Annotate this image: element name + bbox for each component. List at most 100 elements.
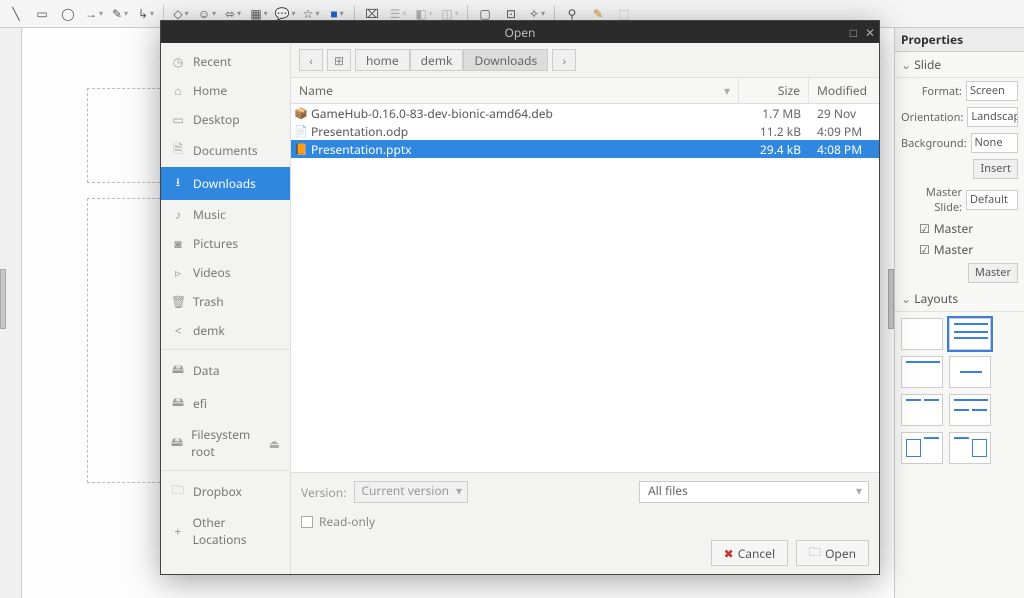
- place-label: Downloads: [193, 175, 256, 192]
- file-list-header[interactable]: Name▾ Size Modified: [291, 77, 879, 104]
- file-modified: 4:08 PM: [809, 141, 879, 158]
- place-other-locations[interactable]: + Other Locations: [161, 508, 290, 554]
- format-label: Format:: [901, 84, 962, 99]
- dialog-titlebar[interactable]: Open □ ✕: [161, 21, 879, 43]
- tool-connector-icon[interactable]: ↳: [134, 3, 158, 25]
- tool-arrow-icon[interactable]: →: [82, 3, 106, 25]
- place-icon: +: [171, 523, 185, 540]
- place-label: Recent: [193, 53, 232, 70]
- eject-icon[interactable]: ⏏: [269, 435, 280, 452]
- properties-panel: Properties Slide Format: Screen Orientat…: [894, 28, 1024, 598]
- orientation-dropdown[interactable]: Landscape: [967, 107, 1018, 127]
- open-file-dialog: Open □ ✕ ◷Recent⌂Home▭Desktop 🗎 Documents ⭳…: [160, 20, 880, 575]
- path-bar: ‹ ⊞ homedemkDownloads ›: [291, 43, 879, 77]
- tool-rect-icon[interactable]: ▭: [30, 3, 54, 25]
- place-icon: 🖴: [171, 360, 185, 381]
- layouts-grid: [895, 312, 1024, 470]
- column-modified[interactable]: Modified: [809, 78, 879, 103]
- maximize-icon[interactable]: □: [850, 24, 857, 41]
- nav-forward-button[interactable]: ›: [552, 49, 576, 71]
- column-name[interactable]: Name: [299, 82, 333, 99]
- filetype-filter-dropdown[interactable]: All files: [639, 481, 869, 503]
- master-label: Master Slide:: [901, 185, 962, 215]
- layout-4[interactable]: [949, 356, 991, 388]
- place-desktop[interactable]: ▭Desktop: [161, 105, 290, 134]
- place-label: Filesystem root: [191, 426, 261, 460]
- place-music[interactable]: ♪Music: [161, 200, 290, 229]
- panel-handle-left[interactable]: [0, 269, 6, 329]
- layout-title-content[interactable]: [949, 318, 991, 350]
- file-name: Presentation.odp: [311, 123, 739, 140]
- place-pictures[interactable]: ◙Pictures: [161, 229, 290, 258]
- orientation-label: Orientation:: [901, 110, 963, 125]
- nav-back-button[interactable]: ‹: [299, 49, 323, 71]
- file-name: GameHub-0.16.0-83-dev-bionic-amd64.deb: [311, 105, 739, 122]
- insert-image-button[interactable]: Insert: [973, 159, 1018, 179]
- place-label: Other Locations: [193, 514, 280, 548]
- layouts-section-header[interactable]: Layouts: [895, 286, 1024, 312]
- place-icon: ⭳: [171, 173, 185, 194]
- column-size[interactable]: Size: [739, 78, 809, 103]
- file-list[interactable]: 📦GameHub-0.16.0-83-dev-bionic-amd64.deb1…: [291, 104, 879, 472]
- place-dropbox[interactable]: 🗀 Dropbox: [161, 475, 290, 508]
- cancel-button[interactable]: ✖Cancel: [711, 540, 788, 566]
- breadcrumb-Downloads[interactable]: Downloads: [463, 49, 548, 71]
- place-recent[interactable]: ◷Recent: [161, 47, 290, 76]
- close-icon[interactable]: ✕: [865, 24, 875, 41]
- open-button[interactable]: 🗀Open: [796, 540, 869, 566]
- layout-8[interactable]: [949, 432, 991, 464]
- background-label: Background:: [901, 136, 967, 151]
- open-icon: 🗀: [809, 543, 821, 564]
- nav-location-button[interactable]: ⊞: [327, 49, 351, 71]
- master-bg-checkbox[interactable]: ☑Master: [895, 218, 1024, 239]
- place-efi[interactable]: 🖴efi: [161, 387, 290, 420]
- background-dropdown[interactable]: None: [971, 133, 1018, 153]
- place-label: Data: [193, 362, 220, 379]
- file-row[interactable]: 📄Presentation.odp11.2 kB4:09 PM: [291, 122, 879, 140]
- place-label: Videos: [193, 264, 230, 281]
- place-demk[interactable]: <demk: [161, 316, 290, 345]
- place-videos[interactable]: ▹Videos: [161, 258, 290, 287]
- readonly-checkbox[interactable]: Read-only: [301, 513, 869, 530]
- place-label: Trash: [193, 293, 224, 310]
- tool-ellipse-icon[interactable]: ◯: [56, 3, 80, 25]
- place-icon: 🖴: [171, 393, 185, 414]
- place-label: Documents: [193, 142, 258, 159]
- format-dropdown[interactable]: Screen: [966, 81, 1018, 101]
- place-trash[interactable]: 🗑 Trash: [161, 287, 290, 316]
- file-name: Presentation.pptx: [311, 141, 739, 158]
- layout-7[interactable]: [901, 432, 943, 464]
- place-icon: <: [171, 322, 185, 339]
- breadcrumb-home[interactable]: home: [355, 49, 410, 71]
- tool-curve-icon[interactable]: ✎: [108, 3, 132, 25]
- place-icon: ♪: [171, 206, 185, 223]
- version-dropdown[interactable]: Current version: [354, 481, 468, 503]
- master-slide-button[interactable]: Master: [968, 263, 1018, 283]
- layout-3[interactable]: [901, 356, 943, 388]
- place-documents[interactable]: 🗎 Documents: [161, 134, 290, 167]
- file-row[interactable]: 📙Presentation.pptx29.4 kB4:08 PM: [291, 140, 879, 158]
- place-label: Pictures: [193, 235, 238, 252]
- place-data[interactable]: 🖴 Data: [161, 354, 290, 387]
- tool-line-icon[interactable]: ╲: [4, 3, 28, 25]
- master-dropdown[interactable]: Default: [966, 190, 1018, 210]
- layout-5[interactable]: [901, 394, 943, 426]
- slide-section-header[interactable]: Slide: [895, 52, 1024, 78]
- breadcrumb-demk[interactable]: demk: [410, 49, 464, 71]
- file-row[interactable]: 📦GameHub-0.16.0-83-dev-bionic-amd64.deb1…: [291, 104, 879, 122]
- layout-6[interactable]: [949, 394, 991, 426]
- file-icon: 📦: [291, 106, 311, 121]
- place-label: Dropbox: [193, 483, 242, 500]
- place-icon: 🗎: [171, 140, 185, 161]
- place-icon: 🗑: [171, 293, 185, 310]
- file-icon: 📙: [291, 142, 311, 157]
- layout-blank[interactable]: [901, 318, 943, 350]
- places-sidebar: ◷Recent⌂Home▭Desktop 🗎 Documents ⭳ Downloads…: [161, 43, 291, 574]
- file-size: 11.2 kB: [739, 123, 809, 140]
- place-downloads[interactable]: ⭳ Downloads: [161, 167, 290, 200]
- place-home[interactable]: ⌂Home: [161, 76, 290, 105]
- place-filesystem-root[interactable]: 🖴Filesystem root⏏: [161, 420, 290, 466]
- master-obj-checkbox[interactable]: ☑Master: [895, 239, 1024, 260]
- place-label: Desktop: [193, 111, 240, 128]
- place-icon: 🗀: [171, 481, 185, 502]
